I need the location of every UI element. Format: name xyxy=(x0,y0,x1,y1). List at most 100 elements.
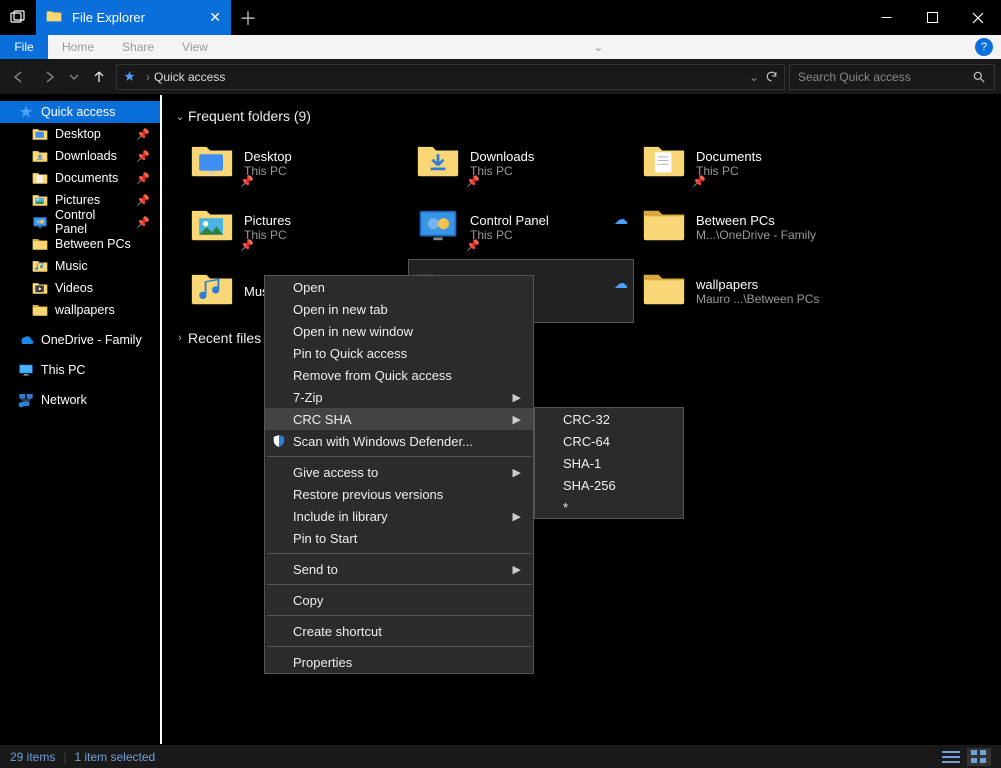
nav-up-button[interactable] xyxy=(86,64,112,90)
folder-tile-downloads[interactable]: DownloadsThis PC📌 xyxy=(408,131,634,195)
minimize-button[interactable] xyxy=(863,0,909,35)
new-tab-button[interactable]: ＋ xyxy=(231,0,265,35)
folder-tile-documents[interactable]: DocumentsThis PC📌 xyxy=(634,131,860,195)
onedrive-icon xyxy=(18,332,34,348)
tree-label: Between PCs xyxy=(55,237,131,251)
section-frequent[interactable]: ⌄ Frequent folders (9) xyxy=(172,101,1001,131)
menu-item-crc-sha[interactable]: CRC SHA▶ xyxy=(265,408,533,430)
tree-label: This PC xyxy=(41,363,85,377)
window-controls xyxy=(863,0,1001,35)
tree-item-onedrive---family[interactable]: OneDrive - Family xyxy=(0,329,160,351)
submenu-item-crc-32[interactable]: CRC-32 xyxy=(535,408,683,430)
submenu-item-sha-256[interactable]: SHA-256 xyxy=(535,474,683,496)
nav-back-button[interactable] xyxy=(6,64,32,90)
tree-label: Pictures xyxy=(55,193,100,207)
status-bar: 29 items | 1 item selected xyxy=(0,744,1001,768)
tab-area: File Explorer ✕ ＋ xyxy=(0,0,265,35)
menu-item-pin-to-quick-access[interactable]: Pin to Quick access xyxy=(265,342,533,364)
pin-icon: 📌 xyxy=(136,172,150,185)
pin-icon: 📌 xyxy=(240,175,254,188)
folder-tile-desktop[interactable]: DesktopThis PC📌 xyxy=(182,131,408,195)
menu-item-open-in-new-window[interactable]: Open in new window xyxy=(265,320,533,342)
help-icon[interactable]: ? xyxy=(975,38,993,56)
chevron-right-icon: ▶ xyxy=(513,391,521,404)
menu-label: Copy xyxy=(293,593,323,608)
search-icon[interactable] xyxy=(972,70,986,84)
ribbon-bar: File Home Share View ⌄ ? xyxy=(0,35,1001,59)
folder-icon xyxy=(46,9,64,27)
section-title: Recent files xyxy=(188,330,261,346)
submenu-item-sha-1[interactable]: SHA-1 xyxy=(535,452,683,474)
menu-item-restore-previous-versions[interactable]: Restore previous versions xyxy=(265,483,533,505)
folder-icon xyxy=(642,205,686,249)
menu-label: Properties xyxy=(293,655,352,670)
menu-item-create-shortcut[interactable]: Create shortcut xyxy=(265,620,533,642)
status-selected: 1 item selected xyxy=(74,750,155,764)
control-icon xyxy=(416,205,460,249)
menu-item-copy[interactable]: Copy xyxy=(265,589,533,611)
ribbon-tab-view[interactable]: View xyxy=(168,35,222,59)
menu-item-pin-to-start[interactable]: Pin to Start xyxy=(265,527,533,549)
tree-item-between-pcs[interactable]: Between PCs xyxy=(0,233,160,255)
folder-tile-pictures[interactable]: PicturesThis PC📌 xyxy=(182,195,408,259)
maximize-button[interactable] xyxy=(909,0,955,35)
chevron-right-icon: ▶ xyxy=(513,510,521,523)
cloud-icon: ☁ xyxy=(614,275,628,292)
ribbon-expand-icon[interactable]: ⌄ xyxy=(585,40,611,54)
menu-label: Remove from Quick access xyxy=(293,368,452,383)
menu-item-remove-from-quick-access[interactable]: Remove from Quick access xyxy=(265,364,533,386)
documents-icon xyxy=(32,170,48,186)
control-icon xyxy=(32,214,48,230)
ribbon-tab-share[interactable]: Share xyxy=(108,35,168,59)
main-pane: ⌄ Frequent folders (9) DesktopThis PC📌Do… xyxy=(162,95,1001,744)
tree-item-videos[interactable]: Videos xyxy=(0,277,160,299)
tree-item-documents[interactable]: Documents📌 xyxy=(0,167,160,189)
tile-name: Downloads xyxy=(470,149,534,164)
ribbon-tab-home[interactable]: Home xyxy=(48,35,108,59)
submenu-item-crc-64[interactable]: CRC-64 xyxy=(535,430,683,452)
nav-recent-dropdown[interactable] xyxy=(66,64,82,90)
address-dropdown-icon[interactable]: ⌄ xyxy=(749,70,759,84)
menu-item-give-access-to[interactable]: Give access to▶ xyxy=(265,461,533,483)
address-location: Quick access xyxy=(154,70,225,84)
file-menu[interactable]: File xyxy=(0,35,48,59)
nav-forward-button[interactable] xyxy=(36,64,62,90)
search-placeholder: Search Quick access xyxy=(798,70,911,84)
tree-item-control-panel[interactable]: Control Panel📌 xyxy=(0,211,160,233)
menu-label: 7-Zip xyxy=(293,390,323,405)
menu-item-include-in-library[interactable]: Include in library▶ xyxy=(265,505,533,527)
folder-tile-wallpapers[interactable]: ☁wallpapersMauro ...\Between PCs xyxy=(634,259,860,323)
network-icon xyxy=(18,392,34,408)
view-large-icons-button[interactable] xyxy=(967,748,991,766)
menu-item-send-to[interactable]: Send to▶ xyxy=(265,558,533,580)
view-details-button[interactable] xyxy=(939,748,963,766)
folder-tile-between-pcs[interactable]: ☁Between PCsM...\OneDrive - Family xyxy=(634,195,860,259)
menu-item-7-zip[interactable]: 7-Zip ▶ xyxy=(265,386,533,408)
cloud-icon: ☁ xyxy=(614,211,628,228)
folder-tile-control-panel[interactable]: Control PanelThis PC📌 xyxy=(408,195,634,259)
submenu-item--[interactable]: * xyxy=(535,496,683,518)
tree-item-quick-access[interactable]: Quick access xyxy=(0,101,160,123)
tree-item-music[interactable]: Music xyxy=(0,255,160,277)
close-tab-icon[interactable]: ✕ xyxy=(209,9,221,26)
tree-item-wallpapers[interactable]: wallpapers xyxy=(0,299,160,321)
search-box[interactable]: Search Quick access xyxy=(789,64,995,90)
tree-label: Control Panel xyxy=(55,208,129,236)
menu-item-scan-with-windows-defender-[interactable]: Scan with Windows Defender... xyxy=(265,430,533,452)
tab-file-explorer[interactable]: File Explorer ✕ xyxy=(36,0,231,35)
context-submenu[interactable]: CRC-32 CRC-64SHA-1SHA-256* xyxy=(534,407,684,519)
refresh-icon[interactable] xyxy=(765,70,778,83)
menu-label: CRC-32 xyxy=(563,412,610,427)
tree-item-desktop[interactable]: Desktop📌 xyxy=(0,123,160,145)
tree-item-downloads[interactable]: Downloads📌 xyxy=(0,145,160,167)
close-window-button[interactable] xyxy=(955,0,1001,35)
context-menu[interactable]: OpenOpen in new tabOpen in new windowPin… xyxy=(264,275,534,674)
tree-item-this-pc[interactable]: This PC xyxy=(0,359,160,381)
address-bar[interactable]: › Quick access ⌄ xyxy=(116,64,785,90)
folder-icon xyxy=(32,236,48,252)
tree-item-network[interactable]: Network xyxy=(0,389,160,411)
menu-item-open[interactable]: Open xyxy=(265,276,533,298)
menu-item-open-in-new-tab[interactable]: Open in new tab xyxy=(265,298,533,320)
menu-item-properties[interactable]: Properties xyxy=(265,651,533,673)
pin-icon: 📌 xyxy=(136,194,150,207)
